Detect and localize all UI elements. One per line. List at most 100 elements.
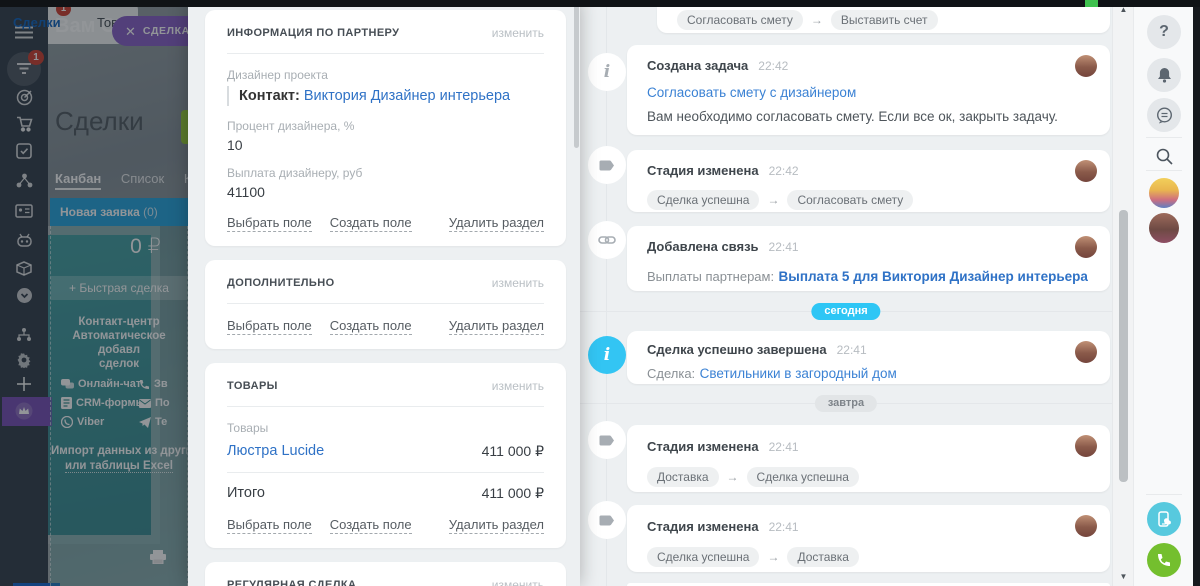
relation-link[interactable]: Выплата 5 для Виктория Дизайнер интерьер…: [779, 269, 1088, 284]
avatar: [1075, 236, 1097, 258]
toolbar-divider: [1146, 170, 1182, 171]
product-price: 411 000 ₽: [482, 443, 544, 460]
timeline-card-partial-top: Согласовать смету → Выставить счет: [657, 7, 1110, 33]
stage-chip: Выставить счет: [831, 10, 938, 30]
stage-icon: [588, 146, 626, 184]
stage-chip: Согласовать смету: [677, 10, 803, 30]
edit-section-link[interactable]: изменить: [492, 276, 544, 290]
window-edge-strip: [1193, 0, 1200, 586]
section-title: ДОПОЛНИТЕЛЬНО: [227, 277, 335, 289]
field-label: Товары: [227, 421, 544, 435]
card-time: 22:41: [837, 343, 867, 357]
select-field-link[interactable]: Выбрать поле: [227, 318, 312, 335]
edit-section-link[interactable]: изменить: [492, 26, 544, 40]
timeline-card-stage: Стадия изменена 22:41 Сделка успешна → Д…: [627, 505, 1110, 572]
user-avatar-1[interactable]: [1149, 178, 1179, 208]
stage-chip: Согласовать смету: [787, 190, 913, 210]
field-value: 10: [227, 137, 544, 153]
delete-section-link[interactable]: Удалить раздел: [449, 215, 544, 232]
stage-icon: [588, 501, 626, 539]
timeline-card-relation: Добавлена связь 22:41 Выплаты партнерам:…: [627, 226, 1110, 291]
stage-chip: Сделка успешна: [647, 547, 759, 567]
top-chrome-bar: [0, 0, 1200, 7]
info-blue-icon: i: [588, 336, 626, 374]
user-avatar-2[interactable]: [1149, 213, 1179, 243]
stage-icon: [588, 421, 626, 459]
edit-section-link[interactable]: изменить: [492, 379, 544, 393]
info-icon: i: [588, 53, 626, 91]
mobile-app-button[interactable]: [1147, 502, 1181, 536]
help-icon: ?: [1159, 23, 1169, 41]
bell-icon: [1157, 67, 1172, 83]
search-icon: [1156, 148, 1173, 165]
edit-section-link[interactable]: изменить: [492, 578, 544, 586]
background-app-area: 1: [0, 0, 188, 586]
avatar: [1075, 160, 1097, 182]
card-time: 22:41: [769, 240, 799, 254]
section-additional: ДОПОЛНИТЕЛЬНО изменить Выбрать поле Созд…: [205, 260, 566, 349]
tomorrow-divider: завтра: [815, 395, 877, 412]
task-description: Вам необходимо согласовать смету. Если в…: [647, 109, 1090, 124]
product-link[interactable]: Люстра Lucide: [227, 443, 324, 460]
arrow-icon: →: [767, 550, 779, 564]
deal-label: Сделка:: [647, 366, 695, 381]
field-label: Выплата дизайнеру, руб: [227, 166, 544, 180]
link-chain-icon: [588, 221, 626, 259]
avatar: [1075, 435, 1097, 457]
create-field-link[interactable]: Создать поле: [330, 318, 412, 335]
timeline-card-task: Создана задача 22:42 Согласовать смету с…: [627, 45, 1110, 135]
chat-bubble-icon: [1156, 107, 1173, 124]
call-button[interactable]: [1147, 543, 1181, 577]
toolbar-divider: [1146, 137, 1182, 138]
relation-label: Выплаты партнерам:: [647, 269, 774, 284]
contact-prefix: Контакт:: [239, 88, 300, 104]
section-regular-deal: РЕГУЛЯРНАЯ СДЕЛКА изменить Регулярная сд…: [205, 562, 566, 586]
avatar: [1075, 341, 1097, 363]
avatar: [1075, 515, 1097, 537]
card-time: 22:41: [769, 520, 799, 534]
timeline-feed: Согласовать смету → Выставить счет i Соз…: [580, 0, 1133, 586]
select-field-link[interactable]: Выбрать поле: [227, 517, 312, 534]
phone-handset-icon: [1156, 552, 1172, 568]
total-price: 411 000 ₽: [482, 485, 544, 502]
card-title: Сделка успешно завершена: [647, 342, 827, 357]
create-field-link[interactable]: Создать поле: [330, 215, 412, 232]
arrow-icon: →: [767, 193, 779, 207]
scroll-down-arrow[interactable]: ▼: [1113, 572, 1133, 581]
select-field-link[interactable]: Выбрать поле: [227, 215, 312, 232]
stage-chip: Сделка успешна: [747, 467, 859, 487]
section-title: ТОВАРЫ: [227, 380, 278, 392]
deal-detail-panel: ИНФОРМАЦИЯ ПО ПАРТНЕРУ изменить Дизайнер…: [188, 0, 580, 586]
deal-link[interactable]: Светильники в загородный дом: [700, 366, 897, 381]
messenger-button[interactable]: [1147, 98, 1181, 132]
stage-chip: Доставка: [647, 467, 719, 487]
create-field-link[interactable]: Создать поле: [330, 517, 412, 534]
timeline-card-deal-finished: Сделка успешно завершена 22:41 Сделка: С…: [627, 331, 1110, 384]
modal-dim-overlay[interactable]: [0, 0, 188, 586]
field-label: Дизайнер проекта: [227, 68, 544, 82]
timeline-scrollbar-thumb[interactable]: [1119, 210, 1128, 482]
section-title: РЕГУЛЯРНАЯ СДЕЛКА: [227, 579, 356, 586]
task-link[interactable]: Согласовать смету с дизайнером: [647, 85, 1090, 100]
timeline-scrollbar[interactable]: ▲ ▼: [1112, 0, 1133, 586]
delete-section-link[interactable]: Удалить раздел: [449, 517, 544, 534]
arrow-icon: →: [727, 470, 739, 484]
card-time: 22:42: [769, 164, 799, 178]
field-label: Процент дизайнера, %: [227, 119, 544, 133]
panel-scrollbar-thumb[interactable]: [574, 0, 579, 148]
total-label: Итого: [227, 485, 265, 502]
card-title: Создана задача: [647, 58, 748, 73]
card-title: Стадия изменена: [647, 439, 759, 454]
section-products: ТОВАРЫ изменить Товары Люстра Lucide 411…: [205, 363, 566, 548]
top-bar-green-accent: [1085, 0, 1098, 7]
section-title: ИНФОРМАЦИЯ ПО ПАРТНЕРУ: [227, 27, 399, 39]
notifications-button[interactable]: [1147, 58, 1181, 92]
help-button[interactable]: ?: [1147, 15, 1181, 49]
stage-chip: Сделка успешна: [647, 190, 759, 210]
search-button[interactable]: [1147, 143, 1181, 169]
contact-link[interactable]: Виктория Дизайнер интерьера: [304, 88, 510, 104]
delete-section-link[interactable]: Удалить раздел: [449, 318, 544, 335]
card-title: Стадия изменена: [647, 519, 759, 534]
toolbar-divider: [1146, 494, 1182, 495]
timeline-card-stage: Стадия изменена 22:41 Доставка → Сделка …: [627, 425, 1110, 492]
